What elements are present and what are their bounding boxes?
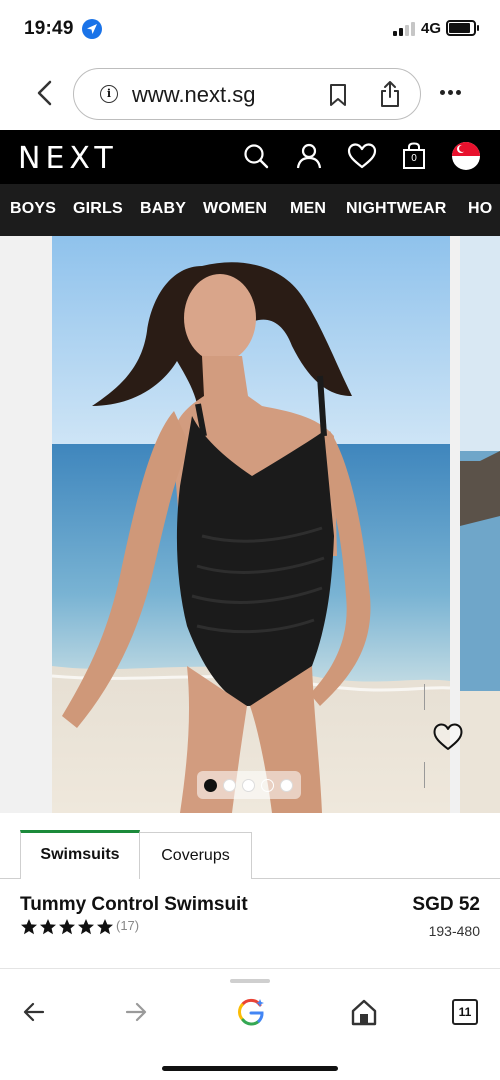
search-icon[interactable] bbox=[242, 142, 270, 170]
carousel-dot[interactable] bbox=[223, 779, 236, 792]
next-product-image-peek[interactable] bbox=[460, 236, 500, 813]
carousel-edge-marker bbox=[424, 684, 425, 710]
browser-address-bar: i www.next.sg bbox=[0, 58, 500, 130]
carousel-edge-marker bbox=[424, 762, 425, 788]
status-bar: 19:49 4G bbox=[0, 0, 500, 58]
review-count[interactable]: (17) bbox=[116, 918, 139, 933]
carousel-page-indicator[interactable] bbox=[197, 771, 301, 799]
google-lens-icon[interactable] bbox=[236, 997, 266, 1027]
nav-item-boys[interactable]: BOYS bbox=[10, 200, 56, 218]
home-indicator bbox=[162, 1066, 338, 1071]
browser-toolbar: 11 bbox=[0, 968, 500, 1080]
wishlist-heart-icon[interactable] bbox=[432, 722, 464, 752]
heart-icon[interactable] bbox=[347, 142, 377, 170]
product-image[interactable] bbox=[52, 236, 450, 813]
account-icon[interactable] bbox=[295, 142, 323, 170]
battery-icon bbox=[446, 20, 479, 36]
category-nav: BOYS GIRLS BABY WOMEN MEN NIGHTWEAR HO bbox=[0, 184, 500, 236]
nav-item-nightwear[interactable]: NIGHTWEAR bbox=[346, 200, 446, 218]
browser-back-chevron-icon[interactable] bbox=[32, 78, 58, 108]
tabs-icon[interactable]: 11 bbox=[452, 999, 478, 1025]
nav-item-men[interactable]: MEN bbox=[290, 200, 326, 218]
share-icon[interactable] bbox=[378, 80, 402, 108]
rating-stars-icon bbox=[21, 919, 113, 935]
sheet-grabber[interactable] bbox=[230, 979, 270, 983]
nav-item-home[interactable]: HO bbox=[468, 200, 492, 218]
nav-item-girls[interactable]: GIRLS bbox=[73, 200, 123, 218]
product-type-tabs: Swimsuits Coverups bbox=[0, 829, 500, 879]
location-arrow-icon bbox=[82, 19, 102, 39]
carousel-dot[interactable] bbox=[261, 779, 274, 792]
carousel-dot[interactable] bbox=[280, 779, 293, 792]
next-logo[interactable]: NEXT bbox=[18, 141, 118, 176]
carousel-dot[interactable] bbox=[242, 779, 255, 792]
item-number: 193-480 bbox=[428, 923, 480, 939]
home-icon[interactable] bbox=[350, 998, 378, 1026]
tab-coverups[interactable]: Coverups bbox=[139, 832, 252, 879]
signal-strength-icon bbox=[393, 22, 415, 36]
bag-count: 0 bbox=[411, 153, 417, 164]
forward-arrow-icon[interactable] bbox=[124, 999, 148, 1025]
nav-item-women[interactable]: WOMEN bbox=[203, 200, 267, 218]
status-time: 19:49 bbox=[24, 18, 74, 39]
site-header: NEXT 0 bbox=[0, 130, 500, 184]
url-text: www.next.sg bbox=[132, 82, 256, 107]
site-info-icon[interactable]: i bbox=[100, 85, 118, 103]
back-arrow-icon[interactable] bbox=[22, 999, 46, 1025]
product-name[interactable]: Tummy Control Swimsuit bbox=[20, 894, 248, 916]
more-menu-icon[interactable] bbox=[440, 90, 462, 96]
bag-icon[interactable]: 0 bbox=[401, 142, 427, 170]
product-price: SGD 52 bbox=[412, 894, 480, 915]
url-field[interactable]: i www.next.sg bbox=[73, 68, 421, 120]
carousel-dot[interactable] bbox=[204, 779, 217, 792]
tab-swimsuits[interactable]: Swimsuits bbox=[20, 830, 140, 879]
product-image-carousel[interactable] bbox=[0, 236, 500, 813]
network-type: 4G bbox=[421, 20, 442, 37]
nav-item-baby[interactable]: BABY bbox=[140, 200, 186, 218]
singapore-flag-icon[interactable] bbox=[452, 142, 480, 170]
bookmark-icon[interactable] bbox=[328, 83, 348, 107]
